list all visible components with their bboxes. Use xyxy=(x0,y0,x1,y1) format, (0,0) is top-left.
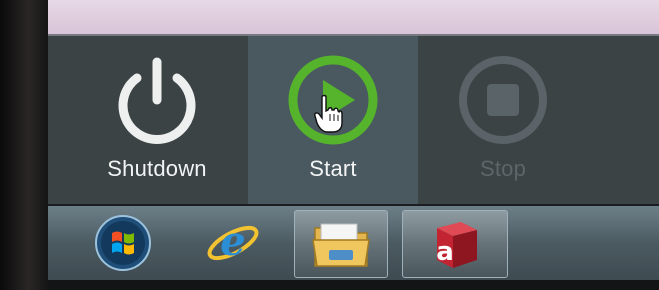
stop-button[interactable]: Stop xyxy=(418,36,588,204)
stop-icon xyxy=(453,50,553,150)
svg-text:e: e xyxy=(220,218,245,265)
shutdown-button[interactable]: Shutdown xyxy=(72,36,242,204)
windows-explorer-button[interactable] xyxy=(294,210,388,278)
cube-a-icon: a xyxy=(436,222,477,268)
windows-logo-icon xyxy=(95,215,151,271)
power-icon xyxy=(107,50,207,150)
play-icon xyxy=(283,50,383,150)
screen: Shutdown Start Stop e a xyxy=(48,0,659,290)
taskbar: e a xyxy=(48,206,659,290)
hand-cursor-icon xyxy=(314,94,343,133)
app-a-glyph: a xyxy=(436,237,454,267)
start-button[interactable]: Start xyxy=(248,36,418,204)
folder-icon xyxy=(312,223,370,267)
shutdown-label: Shutdown xyxy=(107,156,207,181)
window-top-strip xyxy=(48,0,659,36)
screen-bottom-edge xyxy=(48,280,659,290)
windows-start-orb[interactable] xyxy=(88,210,158,276)
stop-label: Stop xyxy=(479,156,527,181)
monitor-bezel xyxy=(0,0,48,290)
app-a-button[interactable]: a xyxy=(402,210,508,278)
ie-icon: e xyxy=(207,218,259,265)
command-bar: Shutdown Start Stop xyxy=(48,36,659,204)
start-label: Start xyxy=(309,156,357,181)
internet-explorer-button[interactable]: e xyxy=(198,210,268,276)
